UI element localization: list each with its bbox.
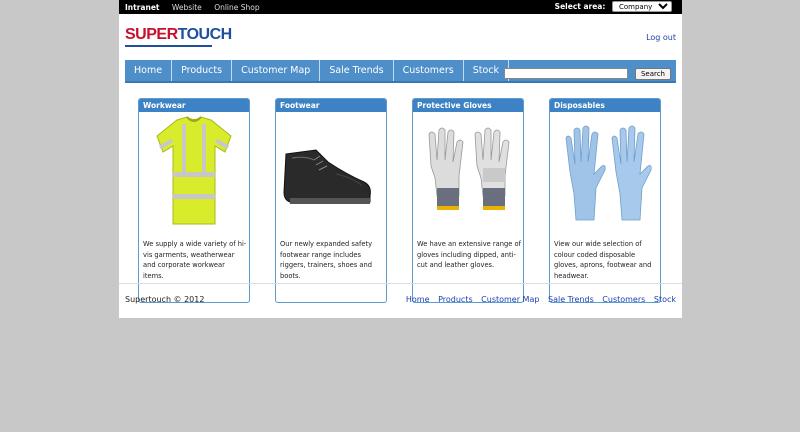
footer-link-sale-trends[interactable]: Sale Trends	[548, 295, 594, 304]
main-nav: Home Products Customer Map Sale Trends C…	[125, 60, 676, 83]
logo-touch: TOUCH	[177, 26, 233, 43]
search-button[interactable]: Search	[634, 67, 671, 80]
nav-products[interactable]: Products	[172, 60, 233, 81]
top-links: Intranet Website Online Shop	[125, 3, 270, 12]
card-title: Workwear	[139, 99, 249, 112]
disposable-gloves-icon	[550, 112, 660, 234]
top-link-website[interactable]: Website	[172, 3, 202, 12]
card-description: Our newly expanded safety footwear range…	[280, 240, 373, 280]
search-form: Search	[503, 63, 671, 82]
card-disposables[interactable]: Disposables View our wide selection of c…	[549, 98, 661, 303]
top-link-intranet[interactable]: Intranet	[125, 3, 160, 12]
nav-customer-map[interactable]: Customer Map	[232, 60, 321, 81]
nav-home[interactable]: Home	[125, 60, 173, 81]
select-area: Select area: Company	[555, 1, 672, 12]
page-container: SUPERTOUCH Log out Home Products Custome…	[119, 14, 682, 318]
nav-stock[interactable]: Stock	[464, 60, 510, 81]
footer-link-home[interactable]: Home	[406, 295, 430, 304]
footer-link-customers[interactable]: Customers	[602, 295, 645, 304]
top-bar: Intranet Website Online Shop Select area…	[119, 0, 682, 14]
card-title: Footwear	[276, 99, 386, 112]
supertouch-logo[interactable]: SUPERTOUCH	[125, 26, 232, 48]
footer-nav: Home Products Customer Map Sale Trends C…	[400, 295, 676, 304]
top-link-online-shop[interactable]: Online Shop	[214, 3, 259, 12]
footer-link-products[interactable]: Products	[438, 295, 473, 304]
card-description: View our wide selection of colour coded …	[554, 240, 652, 280]
nav-sale-trends[interactable]: Sale Trends	[320, 60, 394, 81]
work-gloves-icon	[413, 112, 523, 234]
copyright-text: Supertouch © 2012	[125, 295, 205, 304]
card-description: We supply a wide variety of hi-vis garme…	[143, 240, 247, 280]
logo-underline	[125, 45, 212, 47]
safety-boot-icon	[276, 112, 386, 234]
logout-link[interactable]: Log out	[646, 33, 676, 42]
footer-link-stock[interactable]: Stock	[654, 295, 676, 304]
footer-divider	[119, 283, 682, 284]
card-description: We have an extensive range of gloves inc…	[417, 240, 521, 269]
nav-customers[interactable]: Customers	[394, 60, 464, 81]
area-select[interactable]: Company	[612, 1, 672, 12]
card-protective-gloves[interactable]: Protective Gloves We have an extensive r…	[412, 98, 524, 303]
card-footwear[interactable]: Footwear Our newly expanded safety footw…	[275, 98, 387, 303]
logo-super: SUPER	[125, 26, 178, 43]
footer-link-customer-map[interactable]: Customer Map	[481, 295, 539, 304]
card-title: Disposables	[550, 99, 660, 112]
search-input[interactable]	[503, 68, 628, 79]
card-workwear[interactable]: Workwear We supply a wide variety of hi-…	[138, 98, 250, 303]
select-area-label: Select area:	[554, 2, 606, 11]
hi-vis-tshirt-icon	[139, 112, 249, 234]
card-title: Protective Gloves	[413, 99, 523, 112]
